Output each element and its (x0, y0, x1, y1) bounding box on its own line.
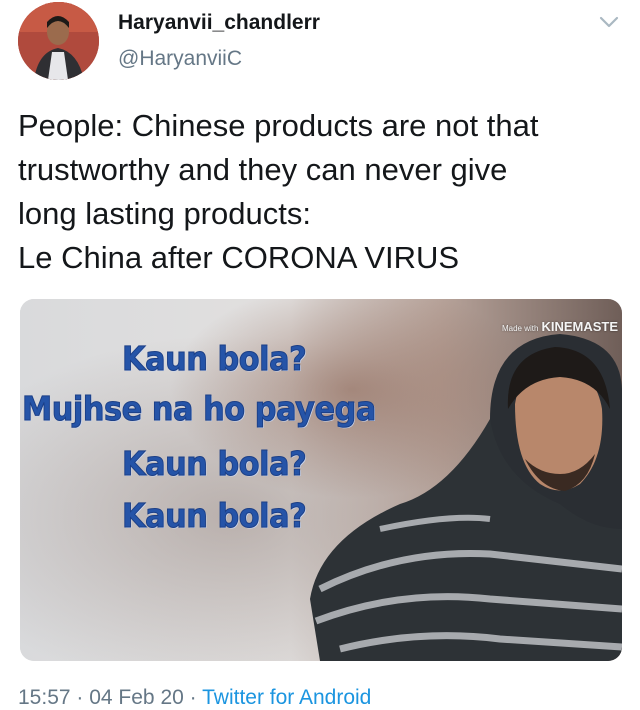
watermark: Made with KINEMASTE (501, 319, 618, 334)
meme-image (20, 299, 622, 661)
meme-caption-line: Kaun bola? (122, 444, 308, 484)
chevron-down-icon[interactable] (597, 12, 621, 32)
tweet-date[interactable]: 04 Feb 20 (89, 686, 184, 709)
meme-caption-line: Kaun bola? (122, 339, 308, 379)
display-name[interactable]: Haryanvii_chandlerr (118, 11, 320, 35)
tweet-meta: 15:57 · 04 Feb 20 · Twitter for Android (18, 686, 371, 710)
tweet-line: People: Chinese products are not that (18, 108, 539, 143)
tweet-media[interactable]: Made with KINEMASTE Kaun bola? Mujhse na … (20, 299, 622, 661)
avatar-image (18, 2, 99, 80)
tweet-line: Le China after CORONA VIRUS (18, 240, 460, 275)
meme-caption-line: Kaun bola? (122, 496, 308, 536)
tweet-text: People: Chinese products are not that tr… (18, 104, 630, 280)
tweet-line: trustworthy and they can never give (18, 152, 508, 187)
separator: · (70, 686, 90, 709)
tweet-time[interactable]: 15:57 (18, 686, 71, 709)
user-handle[interactable]: @HaryanviiC (118, 47, 242, 71)
tweet-line: long lasting products: (18, 196, 311, 231)
meme-caption-line: Mujhse na ho payega (22, 389, 377, 429)
tweet-source-link[interactable]: Twitter for Android (202, 686, 371, 709)
separator: · (183, 686, 203, 709)
avatar[interactable] (18, 2, 99, 80)
